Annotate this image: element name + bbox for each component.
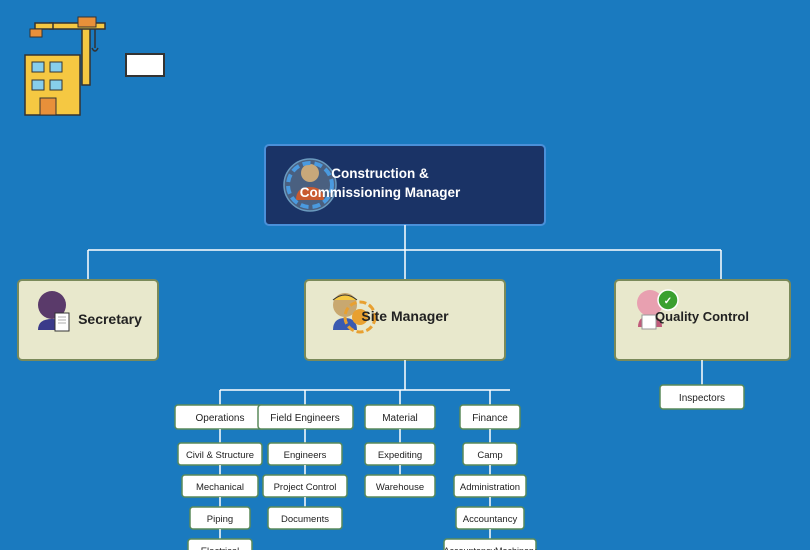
- svg-text:Operations: Operations: [196, 413, 245, 424]
- svg-text:Secretary: Secretary: [78, 311, 142, 327]
- org-chart-svg: Construction & Commissioning Manager Sec…: [0, 135, 810, 550]
- svg-text:Construction &: Construction &: [331, 166, 429, 181]
- svg-text:Mechanical: Mechanical: [196, 482, 244, 493]
- svg-text:Documents: Documents: [281, 514, 329, 525]
- svg-text:Project Control: Project Control: [274, 482, 337, 493]
- svg-text:Civil & Structure: Civil & Structure: [186, 450, 254, 461]
- svg-text:Finance: Finance: [472, 413, 508, 424]
- svg-text:Expediting: Expediting: [378, 450, 422, 461]
- svg-text:Material: Material: [382, 413, 418, 424]
- svg-text:Quality Control: Quality Control: [655, 309, 749, 324]
- svg-text:✓: ✓: [664, 296, 672, 307]
- svg-text:Field Engineers: Field Engineers: [270, 413, 339, 424]
- svg-text:Warehouse: Warehouse: [376, 482, 424, 493]
- svg-text:Engineers: Engineers: [284, 450, 327, 461]
- svg-text:Inspectors: Inspectors: [679, 393, 725, 404]
- title-box: [125, 53, 165, 77]
- building-crane-icon: [10, 10, 120, 120]
- svg-text:Site Manager: Site Manager: [361, 308, 449, 324]
- svg-text:Administration: Administration: [460, 482, 520, 493]
- header: [10, 10, 165, 120]
- svg-text:Commissioning Manager: Commissioning Manager: [300, 185, 461, 200]
- svg-text:Accountancy: Accountancy: [463, 514, 518, 525]
- svg-text:Piping: Piping: [207, 514, 233, 525]
- svg-text:Camp: Camp: [477, 450, 502, 461]
